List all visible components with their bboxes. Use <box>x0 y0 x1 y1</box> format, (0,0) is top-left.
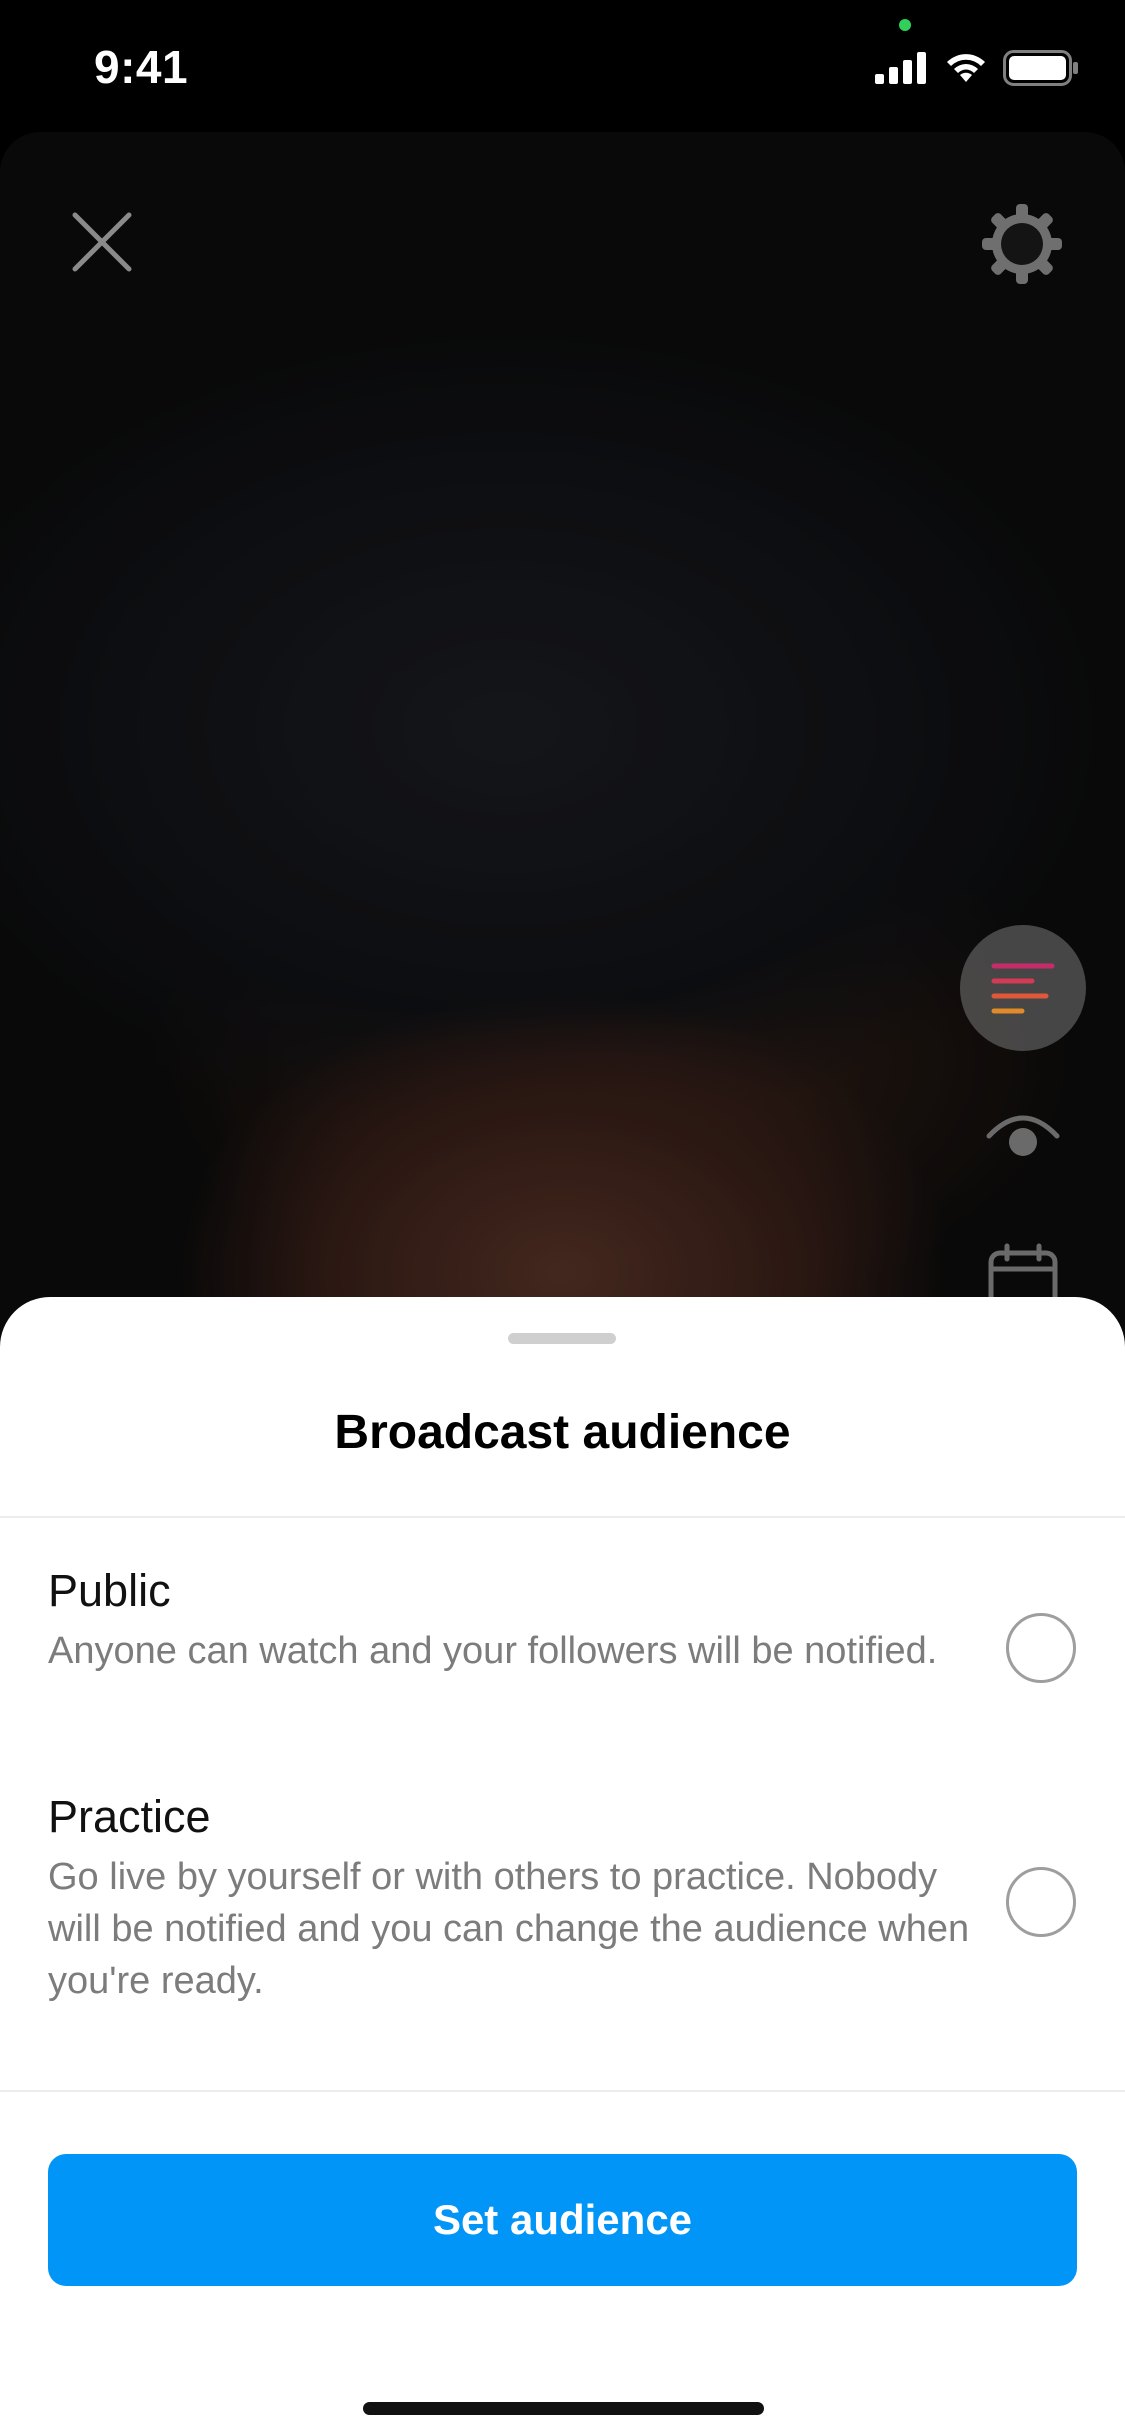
option-practice-description: Go live by yourself or with others to pr… <box>48 1856 970 2002</box>
option-public-title: Public <box>48 1565 171 1616</box>
divider <box>0 1516 1125 1518</box>
option-public-description: Anyone can watch and your followers will… <box>48 1630 938 1672</box>
option-public[interactable]: Public Anyone can watch and your followe… <box>48 1561 1088 1677</box>
cellular-signal-icon <box>875 52 929 89</box>
wifi-icon <box>943 51 989 90</box>
option-practice[interactable]: Practice Go live by yourself or with oth… <box>48 1787 1088 2007</box>
public-radio-button[interactable] <box>1006 1613 1076 1683</box>
broadcast-audience-sheet: Broadcast audience Public Anyone can wat… <box>0 1297 1125 2436</box>
option-practice-title: Practice <box>48 1791 211 1842</box>
close-icon[interactable] <box>62 202 142 282</box>
set-audience-button[interactable]: Set audience <box>48 2154 1077 2286</box>
screen: 9:41 Broadcast audience Public Anyone ca… <box>0 0 1125 2436</box>
status-time: 9:41 <box>94 41 189 93</box>
practice-radio-button[interactable] <box>1006 1867 1076 1937</box>
status-icons <box>875 50 1079 91</box>
sheet-title: Broadcast audience <box>334 1406 791 1459</box>
sheet-grabber-handle[interactable] <box>508 1333 616 1344</box>
camera-preview <box>0 132 1125 1372</box>
comments-icon[interactable] <box>960 925 1086 1051</box>
home-indicator[interactable] <box>363 2402 764 2415</box>
camera-in-use-indicator <box>899 19 911 31</box>
camera-dim-overlay <box>0 132 1125 1372</box>
status-bar: 9:41 <box>0 0 1125 132</box>
battery-icon <box>1003 50 1079 91</box>
eye-icon[interactable] <box>982 1092 1064 1174</box>
settings-gear-icon[interactable] <box>978 200 1066 288</box>
divider <box>0 2090 1125 2092</box>
